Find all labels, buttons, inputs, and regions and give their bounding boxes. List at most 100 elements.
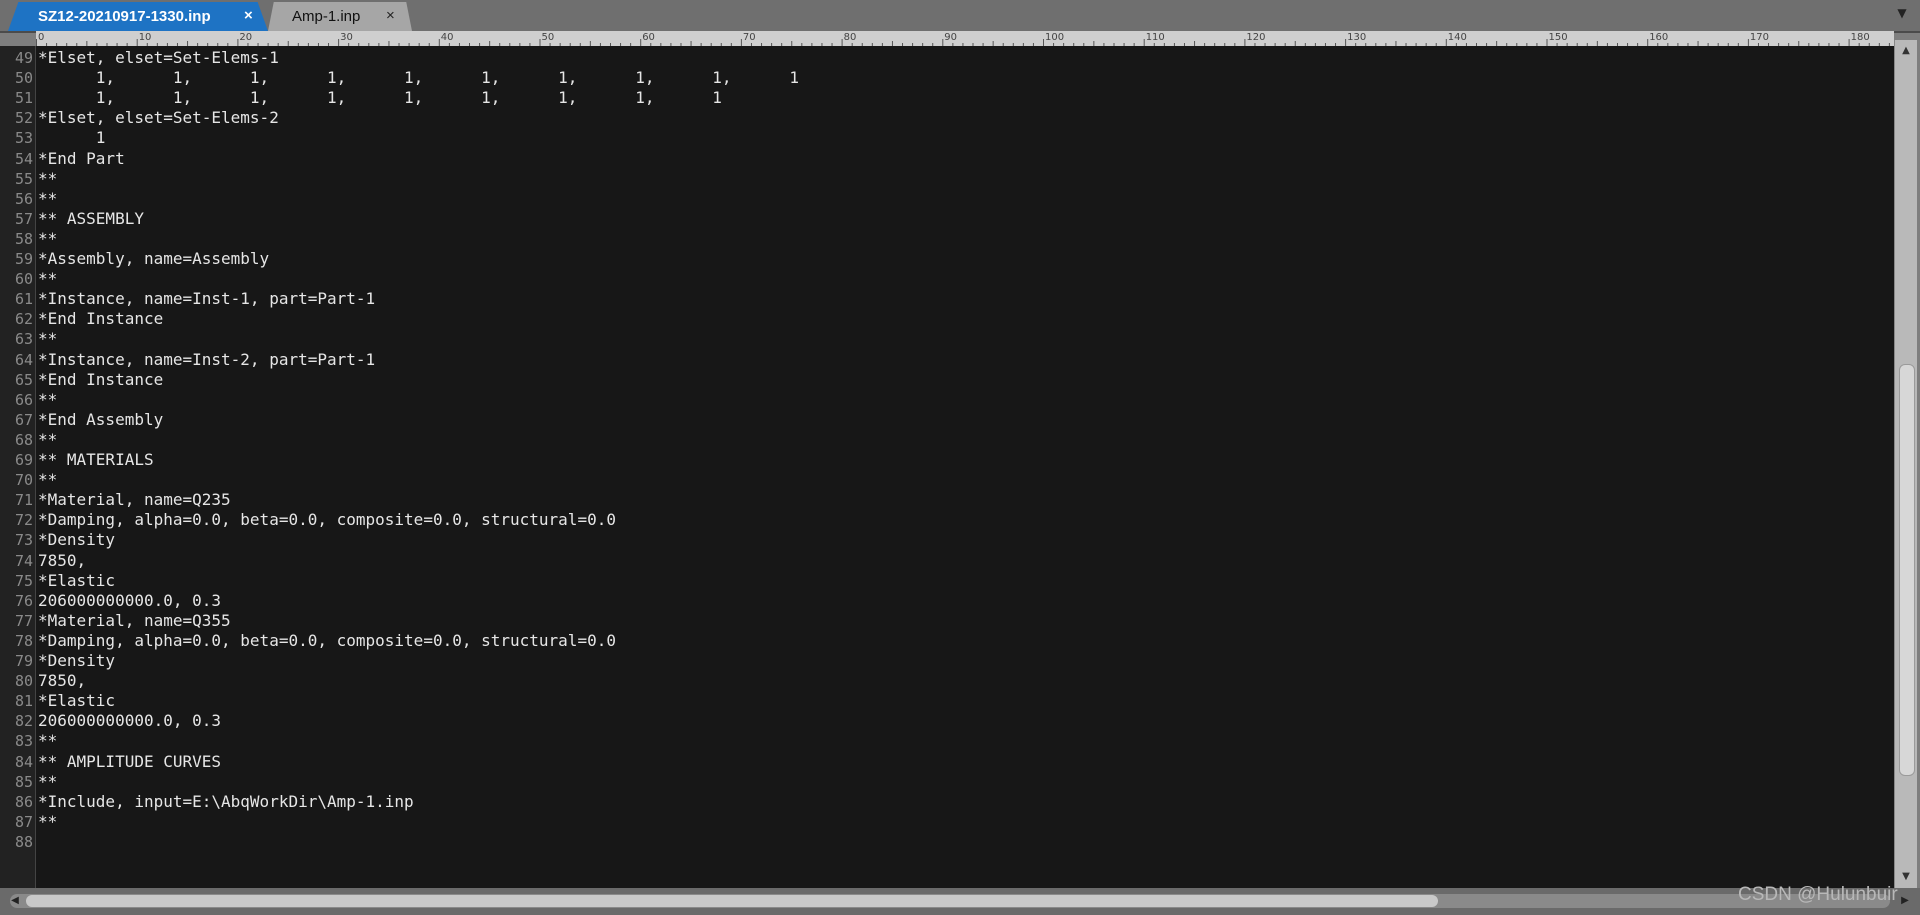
line-text: *Elastic [38, 691, 116, 711]
code-line[interactable]: 69 ** MATERIALS [0, 450, 1894, 470]
scroll-right-icon[interactable]: ▶ [1898, 893, 1912, 909]
line-number: 72 [14, 511, 33, 530]
code-line[interactable]: 70 ** [0, 470, 1894, 490]
line-number: 58 [14, 229, 33, 248]
line-text: ** [38, 429, 58, 449]
vertical-scroll-thumb[interactable] [1899, 364, 1915, 776]
line-text: ** [38, 811, 58, 831]
code-line[interactable]: 74 7850, [0, 551, 1894, 571]
code-line[interactable]: 66 ** [0, 390, 1894, 410]
code-line[interactable]: 60 ** [0, 269, 1894, 289]
line-number: 80 [14, 672, 33, 691]
code-line[interactable]: 49 *Elset, elset=Set-Elems-1 [0, 48, 1894, 68]
line-number: 74 [14, 551, 33, 570]
code-line[interactable]: 52 *Elset, elset=Set-Elems-2 [0, 108, 1894, 128]
code-line[interactable]: 83 ** [0, 731, 1894, 751]
code-line[interactable]: 61 *Instance, name=Inst-1, part=Part-1 [0, 289, 1894, 309]
code-line[interactable]: 80 7850, [0, 671, 1894, 691]
code-line[interactable]: 57 ** ASSEMBLY [0, 209, 1894, 229]
code-line[interactable]: 73 *Density [0, 530, 1894, 550]
code-line[interactable]: 62 *End Instance [0, 309, 1894, 329]
code-line[interactable]: 68 ** [0, 430, 1894, 450]
code-line[interactable]: 65 *End Instance [0, 370, 1894, 390]
line-number: 85 [14, 772, 33, 791]
code-line[interactable]: 53 1 [0, 128, 1894, 148]
code-line[interactable]: 50 1, 1, 1, 1, 1, 1, 1, 1, 1, 1 [0, 68, 1894, 88]
scroll-down-icon[interactable]: ▼ [1898, 870, 1914, 884]
line-text: *Instance, name=Inst-2, part=Part-1 [38, 349, 376, 369]
line-text: 7850, [38, 671, 87, 691]
close-icon[interactable]: × [244, 8, 253, 24]
code-line[interactable]: 75 *Elastic [0, 571, 1894, 591]
tab-amp-1-inp[interactable]: Amp-1.inp × [268, 2, 412, 31]
code-line[interactable]: 86 *Include, input=E:\AbqWorkDir\Amp-1.in… [0, 792, 1894, 812]
code-line[interactable]: 78 *Damping, alpha=0.0, beta=0.0, composi… [0, 631, 1894, 651]
code-line[interactable]: 88 [0, 832, 1894, 852]
scroll-left-icon[interactable]: ◀ [8, 893, 22, 909]
line-text: *End Instance [38, 309, 164, 329]
code-line[interactable]: 82 206000000000.0, 0.3 [0, 711, 1894, 731]
line-number: 76 [14, 591, 33, 610]
line-text: ** AMPLITUDE CURVES [38, 751, 222, 771]
line-text: *Elset, elset=Set-Elems-1 [38, 48, 279, 67]
ruler-ticks: 0 10 20 30 40 50 60 70 80 90 100 110 120 130 140 150 160… [36, 32, 1890, 46]
code-line[interactable]: 76 206000000000.0, 0.3 [0, 591, 1894, 611]
code-line[interactable]: 85 ** [0, 772, 1894, 792]
code-line[interactable]: 72 *Damping, alpha=0.0, beta=0.0, composi… [0, 510, 1894, 530]
code-line[interactable]: 77 *Material, name=Q355 [0, 611, 1894, 631]
horizontal-scrollbar[interactable]: ◀ ▶ [0, 888, 1920, 915]
code-line[interactable]: 51 1, 1, 1, 1, 1, 1, 1, 1, 1 [0, 88, 1894, 108]
line-text: ** [38, 188, 58, 208]
line-text: *Density [38, 530, 116, 550]
code-line[interactable]: 79 *Density [0, 651, 1894, 671]
tab-label: Amp-1.inp [292, 8, 361, 25]
code-line[interactable]: 81 *Elastic [0, 691, 1894, 711]
line-number: 55 [14, 169, 33, 188]
scroll-up-icon[interactable]: ▲ [1898, 44, 1914, 58]
line-text: ** MATERIALS [38, 450, 154, 469]
code-line[interactable]: 63 ** [0, 329, 1894, 349]
line-number: 53 [14, 129, 33, 148]
code-line[interactable]: 54 *End Part [0, 149, 1894, 169]
line-number: 82 [14, 712, 33, 731]
tab-label: SZ12-20210917-1330.inp [38, 8, 211, 25]
line-number: 63 [14, 330, 33, 349]
ruler-label: 140 [1448, 32, 1467, 43]
code-line[interactable]: 67 *End Assembly [0, 410, 1894, 430]
line-number: 57 [14, 209, 33, 228]
horizontal-scroll-thumb[interactable] [26, 895, 1438, 907]
code-line[interactable]: 58 ** [0, 229, 1894, 249]
line-text: *Damping, alpha=0.0, beta=0.0, composite… [38, 510, 616, 530]
close-icon[interactable]: × [386, 8, 395, 24]
line-text: *End Assembly [38, 409, 164, 429]
vertical-scrollbar[interactable]: ▲ ▼ [1894, 40, 1917, 888]
code-line[interactable]: 59 *Assembly, name=Assembly [0, 249, 1894, 269]
line-text: *Material, name=Q235 [38, 490, 231, 510]
code-line[interactable]: 55 ** [0, 169, 1894, 189]
code-line[interactable]: 84 ** AMPLITUDE CURVES [0, 752, 1894, 772]
line-text: ** [38, 228, 58, 248]
line-text: ** [38, 329, 58, 349]
line-number: 75 [14, 571, 33, 590]
line-number: 56 [14, 189, 33, 208]
line-number: 88 [14, 832, 33, 851]
line-number: 78 [14, 631, 33, 650]
ruler-label: 100 [1045, 32, 1064, 43]
line-number: 73 [14, 531, 33, 550]
ruler-label: 120 [1246, 32, 1265, 43]
line-number: 62 [14, 310, 33, 329]
line-number: 77 [14, 611, 33, 630]
line-number: 68 [14, 430, 33, 449]
code-line[interactable]: 71 *Material, name=Q235 [0, 490, 1894, 510]
line-text: 1, 1, 1, 1, 1, 1, 1, 1, 1, 1 [38, 68, 799, 88]
chevron-down-icon[interactable]: ▼ [1894, 6, 1910, 22]
code-line[interactable]: 64 *Instance, name=Inst-2, part=Part-1 [0, 350, 1894, 370]
ruler-label: 40 [441, 32, 454, 43]
code-line[interactable]: 56 ** [0, 189, 1894, 209]
watermark: CSDN @Hulunbuir [1738, 884, 1898, 905]
tab-sz12-inp[interactable]: SZ12-20210917-1330.inp × [8, 2, 268, 31]
ruler-label: 10 [139, 32, 152, 43]
code-line[interactable]: 87 ** [0, 812, 1894, 832]
line-text: ** [38, 168, 58, 188]
ruler-label: 160 [1649, 32, 1668, 43]
